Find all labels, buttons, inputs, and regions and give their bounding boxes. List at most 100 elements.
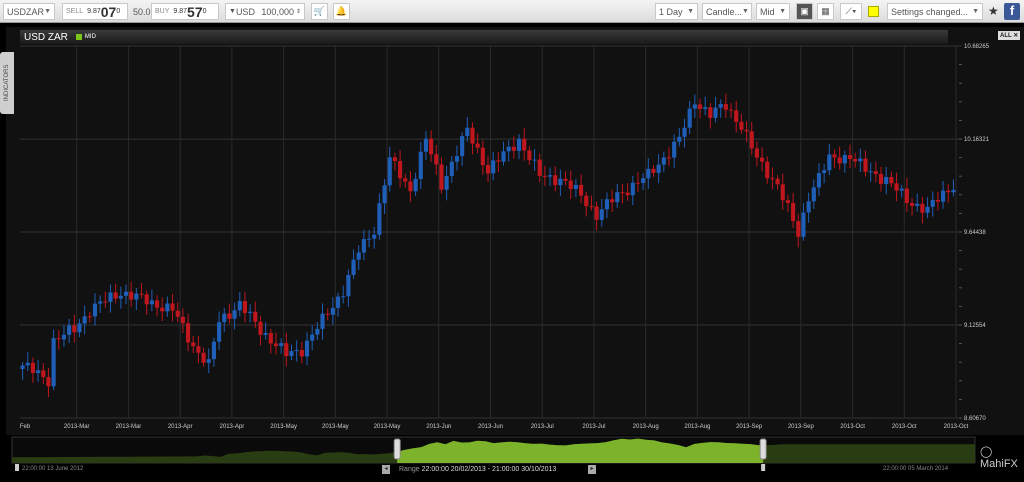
candle [103, 291, 108, 309]
candle-body [51, 338, 56, 387]
candle [465, 117, 470, 142]
candle [351, 249, 356, 279]
candle [387, 146, 392, 192]
candle [889, 171, 894, 188]
candle [61, 325, 67, 347]
x-tick-label: 2013-Oct [944, 424, 969, 430]
price-chart[interactable]: 10.68265 10.16321 9.64438 9.12554 8.60670 Feb… [0, 0, 1024, 482]
x-tick-label: 2013-May [374, 424, 401, 430]
candle [713, 96, 718, 123]
candle [149, 289, 154, 312]
candle-body [801, 212, 806, 237]
candle [553, 166, 558, 192]
candle [899, 184, 904, 198]
candle-body [558, 178, 563, 186]
candle [909, 197, 915, 216]
candle-body [734, 110, 739, 122]
candle-body [299, 349, 304, 357]
candle-body [915, 203, 920, 206]
candle [527, 146, 532, 165]
candle [439, 157, 444, 194]
candle-body [672, 141, 677, 158]
candle [666, 147, 672, 166]
candle-body [630, 182, 635, 196]
candle-body [470, 127, 475, 144]
scroll-right-button[interactable]: ▸ [588, 465, 596, 474]
candle-body [620, 192, 625, 194]
candle [801, 203, 806, 241]
candle [87, 311, 92, 323]
x-tick-label: 2013-Jun [478, 424, 503, 430]
candle [811, 179, 816, 209]
candle-body [67, 325, 72, 335]
candle [242, 292, 248, 323]
candle [884, 166, 889, 195]
candle-body [827, 154, 832, 171]
candle-body [320, 313, 325, 329]
candle [547, 167, 553, 186]
candle-body [863, 158, 868, 172]
candle-body [341, 296, 346, 298]
candle [403, 173, 408, 188]
candle-body [604, 199, 610, 210]
candle-body [356, 252, 361, 260]
candle [491, 151, 496, 181]
candle-body [884, 177, 889, 184]
candle-body [201, 352, 206, 363]
candle-body [123, 291, 129, 296]
scroll-left-button[interactable]: ◂ [382, 465, 390, 474]
candle [511, 136, 516, 159]
candle-body [30, 362, 35, 374]
candle-body [61, 334, 67, 340]
x-tick-label: 2013-Oct [840, 424, 865, 430]
candle-body [791, 202, 796, 222]
candle-body [475, 143, 480, 148]
candle [930, 191, 935, 217]
candle [444, 165, 449, 201]
candle [941, 181, 946, 209]
candle [470, 122, 475, 155]
candle [584, 191, 589, 217]
candle-body [304, 340, 310, 357]
candle-body [279, 343, 284, 347]
candle [413, 172, 418, 196]
candle-body [547, 175, 553, 177]
candle [858, 148, 863, 173]
candle-body [41, 370, 46, 378]
candle [796, 213, 801, 248]
candle-body [765, 161, 770, 179]
candle-body [754, 148, 759, 158]
candle-body [553, 175, 558, 186]
candle [739, 113, 744, 134]
candle-body [20, 365, 25, 370]
candle-body [444, 175, 449, 190]
candle-body [920, 203, 925, 213]
candle-body [149, 300, 154, 305]
candle [67, 318, 72, 344]
candle [392, 152, 397, 171]
candle-body [584, 195, 589, 207]
candle-body [77, 323, 82, 333]
candle-body [889, 177, 894, 184]
candle [863, 150, 868, 177]
candle [201, 347, 206, 367]
candle-body [656, 164, 661, 173]
candle-body [946, 190, 951, 193]
candle-body [398, 160, 403, 179]
candle-body [822, 170, 827, 174]
candle [25, 352, 30, 371]
navigator-marker-icon[interactable] [761, 464, 766, 471]
x-tick-label: 2013-Aug [684, 424, 710, 430]
candle [785, 194, 791, 212]
range-handle[interactable] [759, 438, 767, 460]
candle-body [377, 203, 382, 235]
navigator-marker-icon[interactable] [15, 464, 19, 471]
x-tick-label: 2013-Apr [168, 424, 193, 430]
candle-body [480, 147, 485, 166]
x-tick-label: 2013-Jun [426, 424, 451, 430]
candle-body [454, 156, 460, 162]
candle-body [708, 107, 713, 118]
navigator-start-label: 22:00:00 13 June 2012 [22, 466, 84, 472]
candle [51, 329, 56, 391]
range-handle[interactable] [393, 438, 401, 460]
